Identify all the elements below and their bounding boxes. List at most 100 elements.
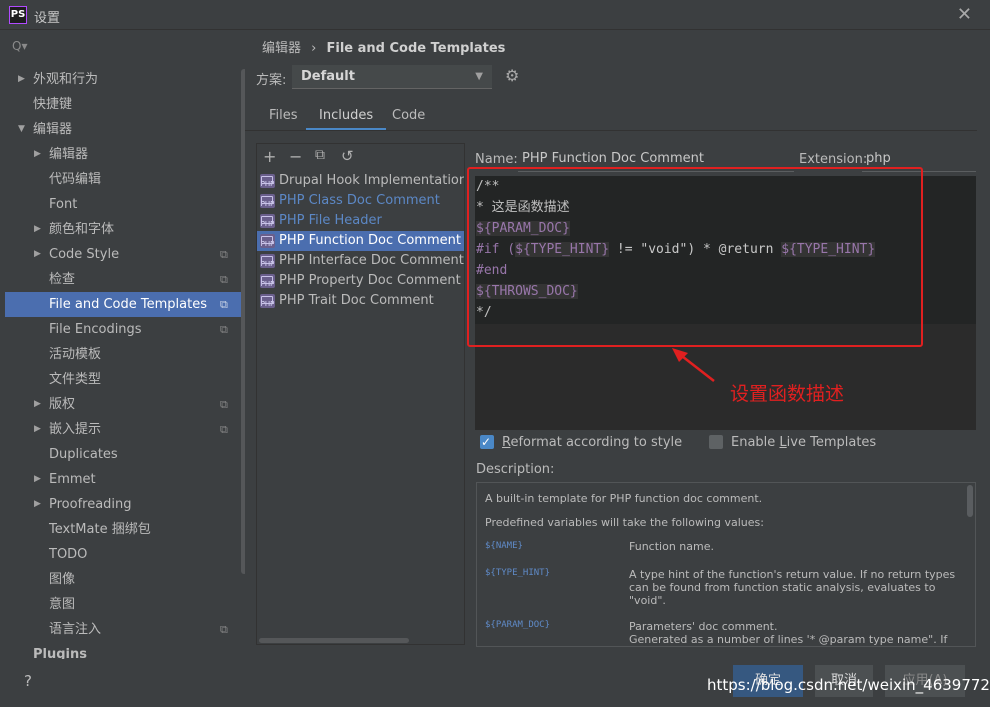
help-button[interactable]: ? — [24, 672, 32, 690]
php-file-icon: PHP — [260, 274, 275, 288]
expand-arrow-icon[interactable]: ▶ — [34, 217, 41, 242]
tree-item-label: 颜色和字体 — [49, 222, 115, 237]
settings-sidebar: Q▾ ▶ 外观和行为 快捷键 ▼ 编辑器 ▶ 编辑器 代码编辑 Font ▶ 颜… — [5, 31, 245, 659]
tree-item-label: File and Code Templates — [49, 297, 207, 312]
php-file-icon: PHP — [260, 254, 275, 268]
tree-item-copyright[interactable]: ▶ 版权 ⧉ — [5, 392, 245, 417]
expand-arrow-icon[interactable]: ▶ — [18, 67, 25, 92]
remove-icon[interactable]: − — [289, 147, 302, 166]
list-item-label: PHP Function Doc Comment — [279, 233, 461, 248]
tree-item-appearance[interactable]: ▶ 外观和行为 — [5, 67, 245, 92]
php-file-icon: PHP — [260, 194, 275, 208]
tree-item-emmet[interactable]: ▶ Emmet — [5, 467, 245, 492]
copy-icon[interactable]: ⧉ — [315, 147, 325, 163]
title-bar: PS 设置 ✕ — [0, 0, 990, 30]
tree-item-label: Emmet — [49, 472, 96, 487]
expand-arrow-icon[interactable]: ▶ — [34, 242, 41, 267]
live-templates-checkbox[interactable]: Enable Live Templates — [709, 434, 876, 452]
breadcrumb-parent[interactable]: 编辑器 — [262, 41, 301, 56]
checkbox-checked-icon — [480, 433, 494, 451]
template-list-panel: + − ⧉ ↺ PHP Drupal Hook Implementation D… — [256, 143, 465, 645]
reformat-checkbox[interactable]: Reformat according to style — [480, 433, 682, 452]
tree-item-plugins[interactable]: Plugins — [5, 642, 245, 659]
tab-code[interactable]: Code — [392, 104, 425, 131]
tree-item-font[interactable]: Font — [5, 192, 245, 217]
add-icon[interactable]: + — [263, 147, 276, 166]
tab-includes[interactable]: Includes — [306, 104, 387, 131]
tree-item-label: Duplicates — [49, 447, 118, 462]
close-icon[interactable]: ✕ — [957, 4, 972, 25]
tree-item-label: 活动模板 — [49, 347, 102, 362]
watermark: https://blog.csdn.net/weixin_46397725 — [707, 676, 990, 694]
tree-item-editor[interactable]: ▼ 编辑器 — [5, 117, 245, 142]
tree-item-file-code-templates[interactable]: File and Code Templates ⧉ — [5, 292, 245, 317]
php-file-icon: PHP — [260, 214, 275, 228]
description-panel: A built-in template for PHP function doc… — [476, 482, 976, 647]
list-item[interactable]: PHP PHP Function Doc Comment — [257, 231, 464, 251]
list-item-label: PHP Property Doc Comment — [279, 273, 461, 288]
project-settings-icon: ⧉ — [220, 398, 228, 411]
project-settings-icon: ⧉ — [220, 423, 228, 436]
tree-item-intentions[interactable]: 意图 — [5, 592, 245, 617]
tree-item-editor-general[interactable]: ▶ 编辑器 — [5, 142, 245, 167]
tree-item-colors-fonts[interactable]: ▶ 颜色和字体 — [5, 217, 245, 242]
list-horizontal-scrollbar[interactable] — [259, 638, 409, 643]
breadcrumb: 编辑器 › File and Code Templates — [262, 37, 505, 56]
tree-item-label: Plugins — [33, 647, 87, 659]
tree-item-code-style[interactable]: ▶ Code Style ⧉ — [5, 242, 245, 267]
tree-item-textmate[interactable]: TextMate 捆绑包 — [5, 517, 245, 542]
variable-name: ${NAME} — [485, 541, 523, 551]
tab-files[interactable]: Files — [269, 104, 298, 131]
tree-item-code-editing[interactable]: 代码编辑 — [5, 167, 245, 192]
variable-name: ${TYPE_HINT} — [485, 568, 551, 578]
tree-item-label: 检查 — [49, 272, 76, 287]
description-scrollbar[interactable] — [967, 485, 973, 517]
expand-arrow-icon[interactable]: ▶ — [34, 392, 41, 417]
list-item-label: PHP Trait Doc Comment — [279, 293, 434, 308]
php-file-icon: PHP — [260, 294, 275, 308]
scheme-dropdown[interactable]: Default ▼ — [292, 65, 492, 89]
tree-item-label: 嵌入提示 — [49, 422, 102, 437]
list-item[interactable]: PHP Drupal Hook Implementation Doc — [257, 171, 464, 191]
name-label: Name: — [475, 152, 518, 167]
tree-item-inlay-hints[interactable]: ▶ 嵌入提示 ⧉ — [5, 417, 245, 442]
tree-item-inspections[interactable]: 检查 ⧉ — [5, 267, 245, 292]
list-item[interactable]: PHP PHP Interface Doc Comment — [257, 251, 464, 271]
tree-item-label: 编辑器 — [49, 147, 89, 162]
expand-arrow-icon[interactable]: ▶ — [34, 142, 41, 167]
tree-item-duplicates[interactable]: Duplicates — [5, 442, 245, 467]
list-item[interactable]: PHP PHP File Header — [257, 211, 464, 231]
tree-item-images[interactable]: 图像 — [5, 567, 245, 592]
reset-icon[interactable]: ↺ — [341, 147, 354, 165]
expand-arrow-icon[interactable]: ▶ — [34, 467, 41, 492]
list-item[interactable]: PHP PHP Class Doc Comment — [257, 191, 464, 211]
collapse-arrow-icon[interactable]: ▼ — [18, 117, 25, 142]
tree-item-label: TODO — [49, 547, 88, 562]
sidebar-scrollbar[interactable] — [241, 69, 245, 574]
tree-item-label: 语言注入 — [49, 622, 102, 637]
tree-item-language-injections[interactable]: 语言注入 ⧉ — [5, 617, 245, 642]
tree-item-file-types[interactable]: 文件类型 — [5, 367, 245, 392]
gear-icon[interactable]: ⚙ — [505, 66, 519, 85]
annotation-arrow-icon — [672, 348, 715, 382]
tree-item-label: File Encodings — [49, 322, 142, 337]
tree-item-todo[interactable]: TODO — [5, 542, 245, 567]
tree-item-label: Font — [49, 197, 78, 212]
expand-arrow-icon[interactable]: ▶ — [34, 492, 41, 517]
list-item[interactable]: PHP PHP Property Doc Comment — [257, 271, 464, 291]
annotation-label: 设置函数描述 — [730, 383, 845, 405]
scheme-label: 方案: — [256, 73, 287, 88]
list-item[interactable]: PHP PHP Trait Doc Comment — [257, 291, 464, 311]
tree-item-live-templates[interactable]: 活动模板 — [5, 342, 245, 367]
tree-item-label: 意图 — [49, 597, 76, 612]
tab-divider — [245, 130, 977, 131]
search-input[interactable]: Q▾ — [12, 39, 242, 57]
tree-item-label: Proofreading — [49, 497, 132, 512]
variable-description: Function name. — [629, 540, 714, 553]
breadcrumb-current: File and Code Templates — [326, 41, 506, 56]
tree-item-proofreading[interactable]: ▶ Proofreading — [5, 492, 245, 517]
list-item-label: PHP Interface Doc Comment — [279, 253, 464, 268]
tree-item-keymap[interactable]: 快捷键 — [5, 92, 245, 117]
expand-arrow-icon[interactable]: ▶ — [34, 417, 41, 442]
tree-item-file-encodings[interactable]: File Encodings ⧉ — [5, 317, 245, 342]
